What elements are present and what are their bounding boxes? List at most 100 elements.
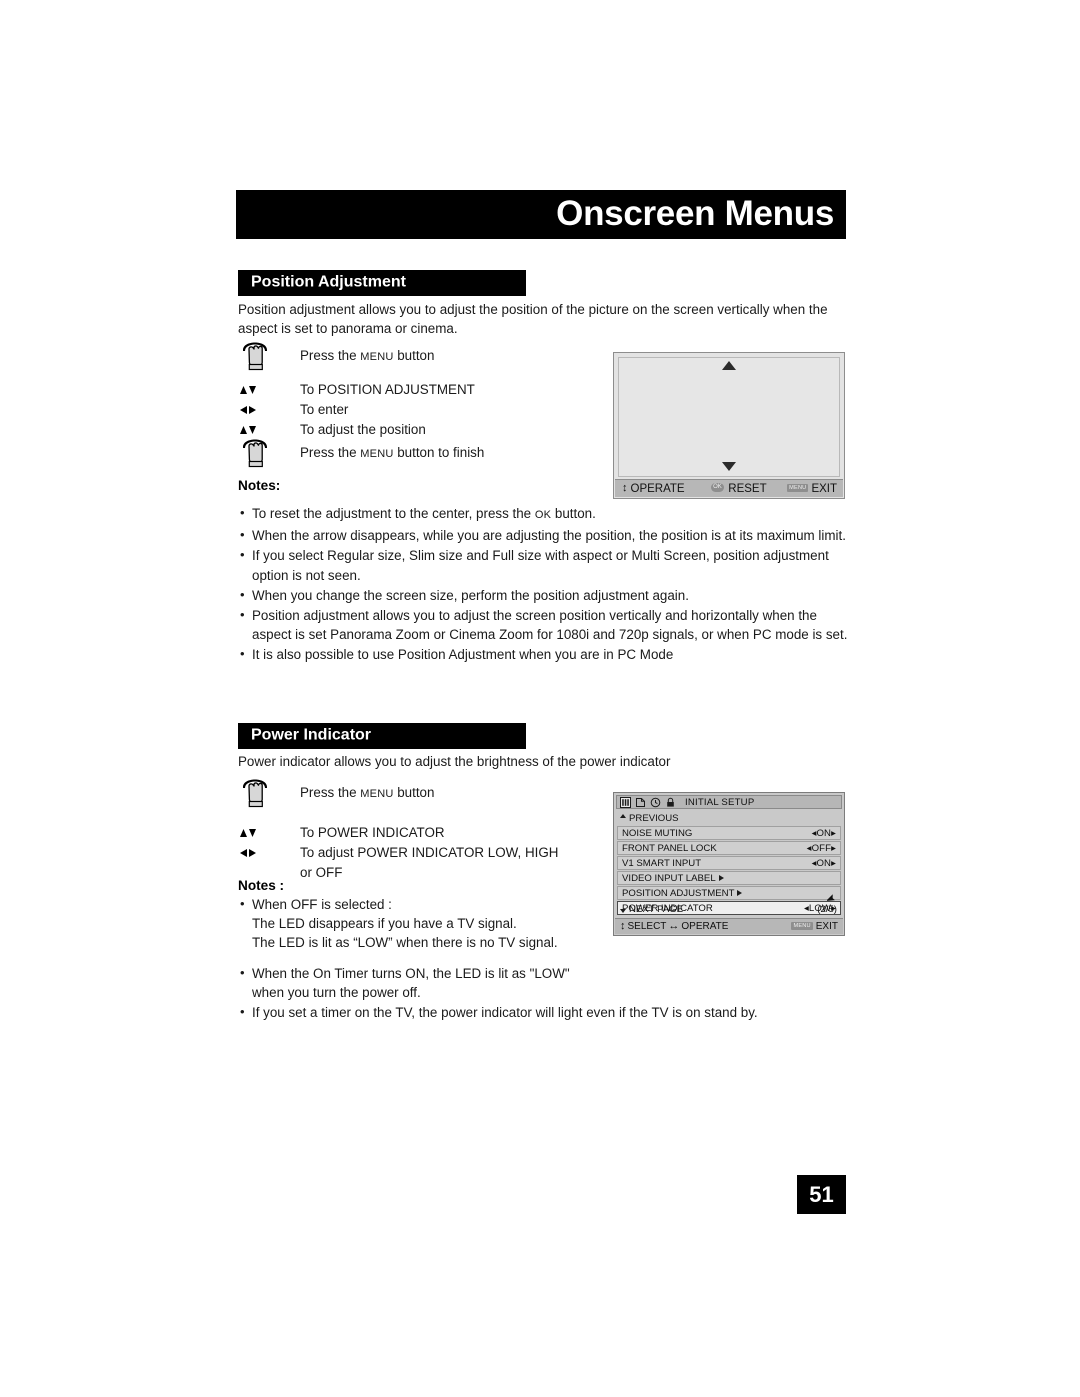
osd-row-label: PREVIOUS [629,812,679,824]
bullet-icon: • [240,1004,245,1020]
note-text: To reset the adjustment to the center, p… [252,506,535,521]
note-item: • Position adjustment allows you to adju… [238,606,848,644]
note-item: • When you change the screen size, perfo… [238,586,848,605]
step-label: To adjust POWER INDICATOR LOW, HIGH [300,845,559,860]
step-row: To POWER INDICATOR [238,823,608,843]
step-text: Press the [300,785,361,800]
section-heading-position-adjustment: Position Adjustment [238,270,526,296]
note-text: It is also possible to use Position Adju… [252,647,674,663]
up-down-glyph-icon: ↕ [622,482,628,494]
step-row: To adjust the position [238,420,608,440]
note-text: When you change the screen size, perform… [252,587,689,603]
step-label: To enter [300,402,349,417]
bullet-icon: • [240,646,245,662]
ok-key-icon: OK [710,483,725,492]
step-text-post: button [393,348,435,363]
note-subtext: The LED disappears if you have a TV sign… [252,916,517,932]
hand-press-icon [238,779,300,808]
osd-operate-hint: ↕ OPERATE [622,483,685,495]
step-row: Press the MENU button to finish [238,439,608,468]
step-text: Press the [300,445,361,460]
up-down-arrows-icon [238,420,300,440]
step-label: To POWER INDICATOR [300,825,445,840]
bullet-icon: • [240,505,245,520]
osd-row-video-input-label[interactable]: VIDEO INPUT LABEL [617,871,841,885]
step-text: Press the [300,348,361,363]
osd-row-label: FRONT PANEL LOCK [622,842,717,854]
section-heading-power-indicator-label: Power Indicator [251,726,372,744]
step-label: Press the MENU button to finish [300,443,484,464]
note-item: • To reset the adjustment to the center,… [238,504,848,525]
osd-reset-hint: OK RESET [710,482,767,495]
osd-row-label: NOISE MUTING [622,827,693,839]
note-text: When the arrow disappears, while you are… [252,528,846,544]
up-down-arrows-icon [238,823,300,843]
step-row: To enter [238,400,608,420]
power-indicator-steps: Press the MENU button To POWER INDICATOR… [238,779,608,883]
bullet-icon: • [240,586,245,602]
step-row: or OFF [238,863,608,883]
step-row: Press the MENU button [238,342,608,371]
clock-icon[interactable] [650,797,661,808]
osd-exit-hint: MENU EXIT [787,483,837,495]
step-row: To adjust POWER INDICATOR LOW, HIGH [238,843,608,863]
chevron-right-icon [718,874,724,881]
note-spacer [238,954,848,964]
step-label: or OFF [300,865,343,880]
step-key: MENU [360,448,394,460]
osd-reset-label: RESET [728,482,767,495]
step-label: To POSITION ADJUSTMENT [300,382,475,397]
osd-row-label: VIDEO INPUT LABEL [622,872,716,884]
osd-row-front-panel-lock[interactable]: FRONT PANEL LOCK ◂OFF▸ [617,841,841,855]
picture-bars-icon[interactable] [620,796,631,808]
notes-heading-position: Notes: [238,478,281,493]
bullet-icon: • [240,527,245,543]
osd-row-label: V1 SMART INPUT [622,857,702,869]
osd-row-label-wrap: VIDEO INPUT LABEL [622,873,836,884]
note-item: • If you set a timer on the TV, the powe… [238,1003,848,1022]
osd-row-value-text: ON [816,857,832,869]
down-arrow-icon [722,462,736,471]
left-right-arrows-icon [238,843,300,863]
bullet-icon: • [240,896,245,911]
note-text-post: button. [551,506,596,521]
notes-list-position: • To reset the adjustment to the center,… [238,504,848,666]
osd-row-previous[interactable]: PREVIOUS [617,811,841,825]
note-text: If you select Regular size, Slim size an… [252,548,829,583]
notes-list-power: • When OFF is selected : The LED disappe… [238,895,848,1023]
menu-key-icon: MENU [787,483,809,492]
step-key: MENU [360,351,394,363]
page-icon[interactable] [635,797,646,808]
up-down-arrows-icon [238,380,300,400]
osd-row-value[interactable]: ◂ON▸ [812,858,836,869]
section-heading-position-adjustment-label: Position Adjustment [251,273,406,291]
up-arrow-icon [620,814,626,818]
note-item: • When the On Timer turns ON, the LED is… [238,964,582,1002]
page-number: 51 [797,1175,846,1214]
note-key: OK [534,509,552,521]
osd-row-value[interactable]: ◂OFF▸ [807,843,836,854]
step-row: Press the MENU button [238,779,608,808]
hand-press-icon [238,342,300,371]
power-indicator-intro-text: Power indicator allows you to adjust the… [238,754,671,769]
osd-picture-area [618,357,840,477]
note-item: • When the arrow disappears, while you a… [238,526,848,545]
lock-icon[interactable] [665,797,676,808]
osd-row-v1-smart-input[interactable]: V1 SMART INPUT ◂ON▸ [617,856,841,870]
position-adjustment-steps: Press the MENU button To POSITION ADJUST… [238,342,608,468]
note-subtext: The LED is lit as “LOW” when there is no… [252,935,558,951]
position-adjustment-intro-text: Position adjustment allows you to adjust… [238,302,828,336]
osd-row-noise-muting[interactable]: NOISE MUTING ◂ON▸ [617,826,841,840]
osd-row-value[interactable]: ◂ON▸ [812,828,836,839]
step-text-post: button [393,785,435,800]
up-arrow-icon [722,361,736,370]
bullet-icon: • [240,607,245,623]
bullet-icon: • [240,964,245,980]
bullet-icon: • [240,547,245,563]
note-item: • It is also possible to use Position Ad… [238,645,848,664]
manual-page: Onscreen Menus Position Adjustment Posit… [0,0,1080,1397]
step-label: To adjust the position [300,422,426,437]
note-text: When OFF is selected : [252,897,392,912]
osd-position-adjustment-screen: ↕ OPERATE OK RESET MENU EXIT [613,352,845,499]
step-row: To POSITION ADJUSTMENT [238,380,608,400]
